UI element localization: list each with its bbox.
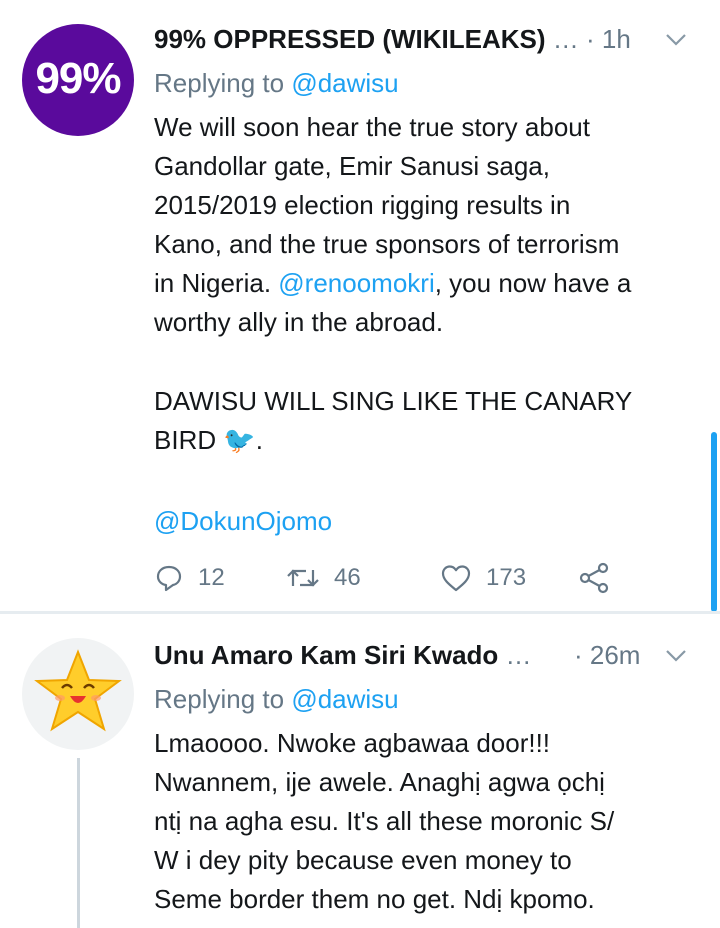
reply-button[interactable]: 12	[154, 558, 225, 598]
replying-handle[interactable]: @dawisu	[291, 68, 398, 98]
like-button[interactable]: 173	[440, 558, 526, 598]
avatar-text: 99%	[35, 54, 121, 103]
separator: ·	[574, 640, 590, 670]
replying-handle[interactable]: @dawisu	[291, 684, 398, 714]
tweet-actions: 12 46 173	[154, 558, 694, 598]
tweet-header: Unu Amaro Kam Siri Kwado …	[154, 640, 544, 680]
tweet-card[interactable]: Unu Amaro Kam Siri Kwado … · 26m Replyin…	[0, 614, 720, 928]
share-icon	[579, 562, 609, 594]
retweet-count: 46	[334, 564, 361, 591]
tweet-text: Lmaoooo. Nwoke agbawaa door!!! Nwannem, …	[154, 728, 615, 914]
replying-to: Replying to @dawisu	[154, 68, 399, 99]
like-count: 173	[486, 564, 527, 591]
avatar[interactable]	[22, 638, 134, 750]
share-button[interactable]	[578, 558, 624, 598]
retweet-icon	[287, 569, 319, 587]
mention-link[interactable]: @renoomokri	[278, 268, 434, 298]
author-name[interactable]: Unu Amaro Kam Siri Kwado	[154, 640, 498, 670]
tweet-text-caps: DAWISU WILL SING LIKE THE CANARY BIRD 🐦.	[154, 386, 633, 455]
tweet-header: 99% OPPRESSED (WIKILEAKS) … · 1h	[154, 24, 631, 64]
mention-link[interactable]: @DokunOjomo	[154, 506, 332, 536]
replying-to: Replying to @dawisu	[154, 684, 399, 715]
ellipsis: … ·	[552, 24, 602, 54]
chevron-down-icon[interactable]	[664, 32, 688, 48]
replying-label: Replying to	[154, 684, 292, 714]
avatar[interactable]: 99%	[22, 24, 134, 136]
timestamp: 1h	[601, 24, 631, 54]
tweet-text-mention: @DokunOjomo	[154, 502, 704, 541]
tweet-card[interactable]: 99% 99% OPPRESSED (WIKILEAKS) … · 1h Rep…	[0, 0, 720, 612]
thread-line	[77, 758, 80, 928]
reply-icon	[156, 565, 182, 592]
ellipsis: …	[505, 640, 532, 670]
retweet-button[interactable]: 46	[286, 558, 361, 598]
star-face-icon	[34, 649, 122, 732]
like-icon	[441, 565, 471, 592]
tweet-text: We will soon hear the true story about G…	[154, 108, 704, 342]
replying-label: Replying to	[154, 68, 292, 98]
scrollbar[interactable]	[711, 432, 717, 612]
reply-count: 12	[198, 564, 225, 591]
timestamp-wrap: · 26m	[574, 640, 640, 680]
chevron-down-icon[interactable]	[664, 648, 688, 664]
timestamp: 26m	[589, 640, 641, 670]
author-name[interactable]: 99% OPPRESSED (WIKILEAKS)	[154, 24, 546, 54]
